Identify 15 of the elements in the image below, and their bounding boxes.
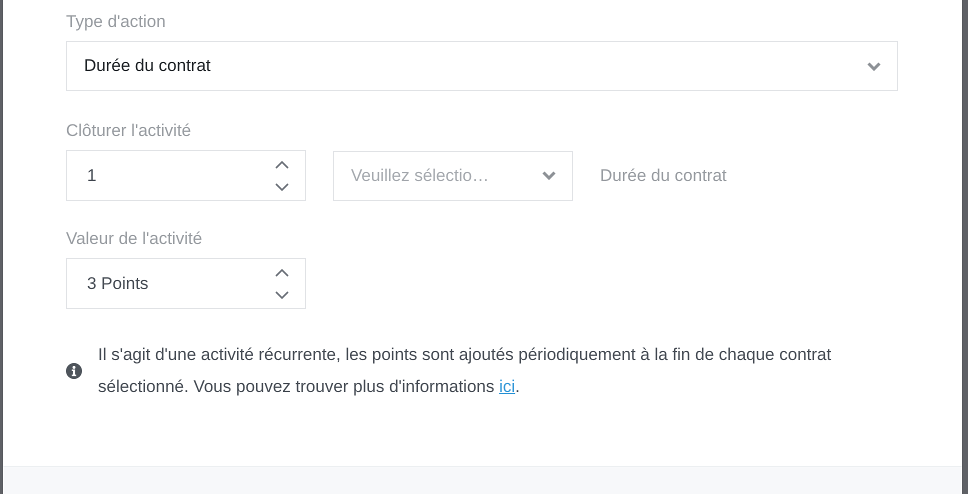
info-text: Il s'agit d'une activité récurrente, les points sont ajoutés périodiquement à la fin de chaque contrat sélectionné. Vous pouvez trouver plus d'informations ici. (98, 344, 832, 398)
unit-text: Durée du contrat (600, 166, 727, 186)
field-label: Clôturer l'activité (66, 121, 192, 140)
number-field[interactable]: 1 (66, 150, 306, 201)
chevron-up-icon (275, 268, 289, 276)
chevron-down-icon (275, 182, 289, 192)
chevron-down-icon (542, 171, 556, 180)
chevron-down-icon (275, 290, 289, 300)
number-field[interactable]: 3 Points (66, 258, 306, 309)
field-label: Type d'action (66, 12, 166, 31)
chevron-up-icon (275, 160, 289, 168)
chevron-down-icon (867, 62, 881, 70)
info-icon (66, 360, 82, 382)
field-label: Valeur de l'activité (66, 229, 202, 248)
dropdown[interactable]: Durée du contrat (66, 41, 898, 91)
